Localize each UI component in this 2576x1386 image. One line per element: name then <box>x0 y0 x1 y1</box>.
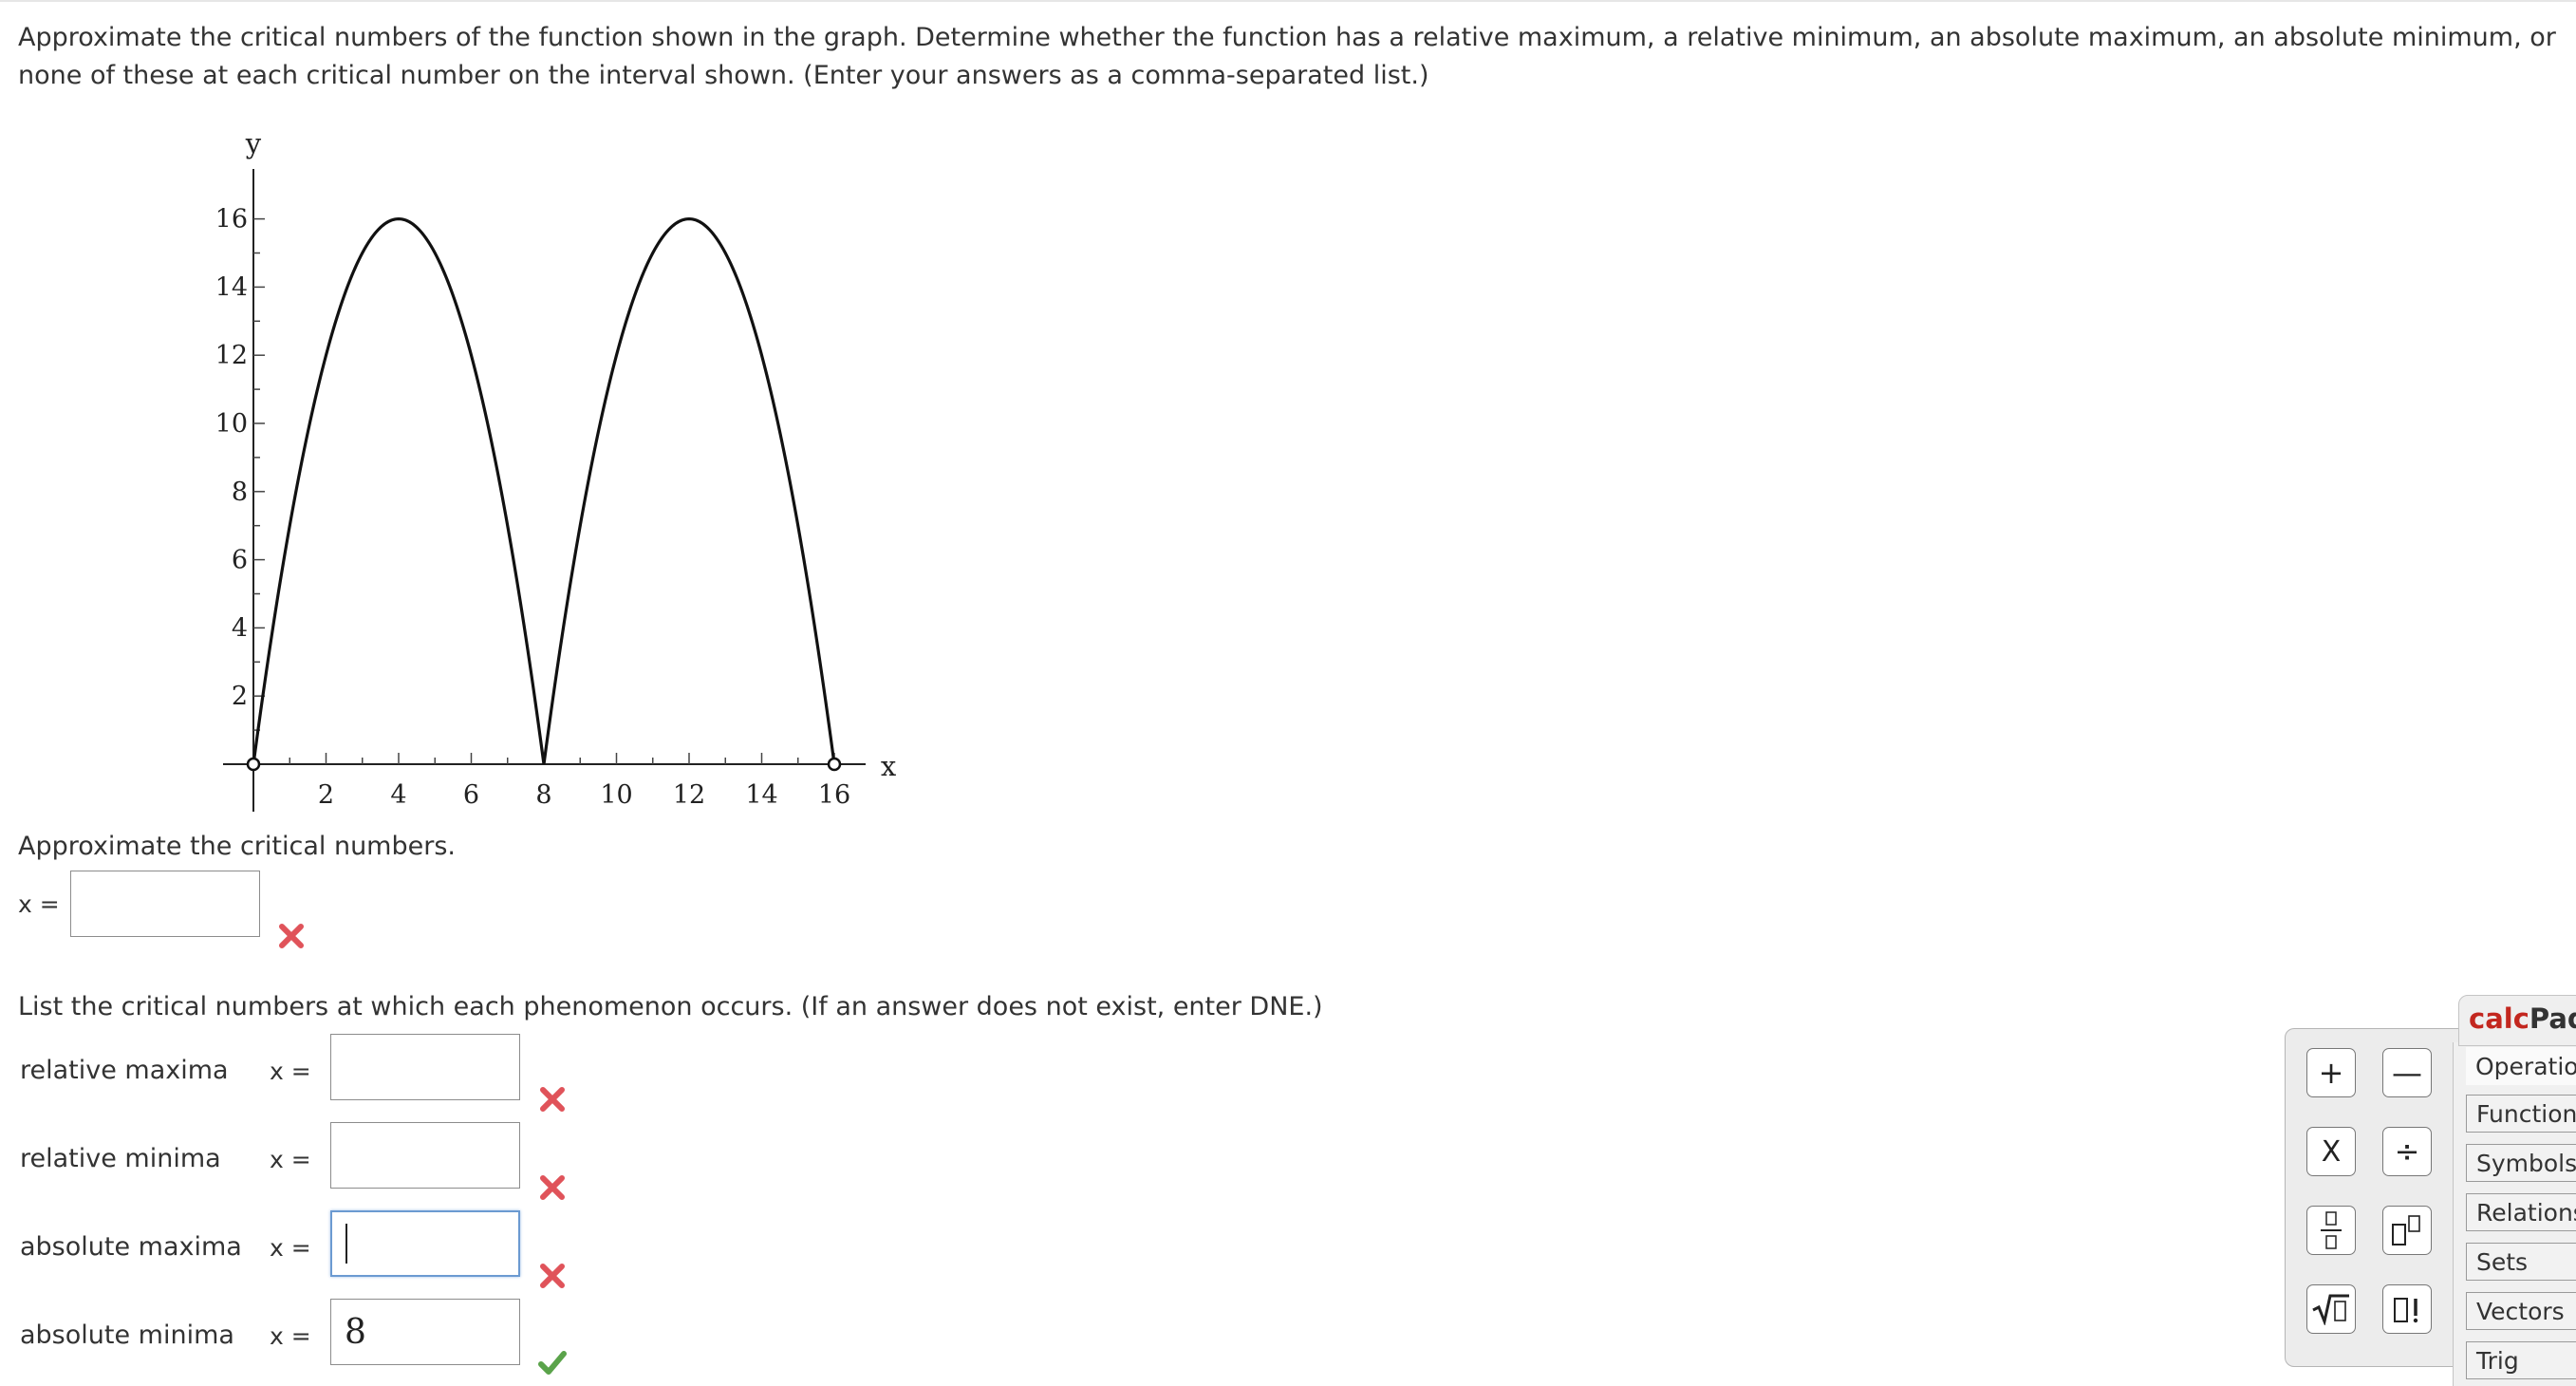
critical-numbers-input[interactable] <box>70 871 260 937</box>
absolute-minima-x-label: x = <box>270 1322 311 1350</box>
calcpad-button-panel: + — X ÷ <box>2285 1028 2476 1367</box>
y-axis-label: y <box>245 127 262 159</box>
calcpad-title: calcPad <box>2469 1002 2576 1035</box>
x-tick-label: 12 <box>673 780 705 810</box>
y-tick-label: 16 <box>215 205 248 234</box>
power-button[interactable] <box>2382 1206 2432 1255</box>
open-endpoint <box>827 757 842 772</box>
text-cursor <box>345 1224 347 1264</box>
correct-check-icon <box>538 1351 567 1375</box>
tab-vectors[interactable]: Vectors <box>2466 1292 2576 1330</box>
function-graph: 2 4 6 8 10 12 14 16 2 4 6 8 10 12 14 16 x y <box>215 127 896 812</box>
incorrect-x-icon <box>540 1087 565 1112</box>
x-axis-label: x <box>881 750 896 782</box>
absolute-maxima-x-label: x = <box>270 1234 311 1262</box>
incorrect-x-icon <box>279 924 304 948</box>
relative-maxima-input[interactable] <box>330 1034 520 1100</box>
open-endpoint <box>246 757 261 772</box>
x-tick-label: 10 <box>600 780 632 810</box>
y-tick-label: 4 <box>232 613 248 643</box>
phenomena-prompt: List the critical numbers at which each … <box>18 992 1323 1021</box>
function-curve <box>252 216 836 765</box>
relative-maxima-label: relative maxima <box>20 1056 229 1085</box>
y-tick-label: 6 <box>232 546 248 575</box>
y-tick-label: 12 <box>215 341 248 370</box>
x-tick-label: 2 <box>318 780 334 810</box>
plus-button[interactable]: + <box>2306 1048 2356 1097</box>
absolute-maxima-input[interactable] <box>330 1210 520 1277</box>
incorrect-x-icon <box>540 1175 565 1200</box>
x-tick-label: 14 <box>745 780 777 810</box>
sqrt-icon <box>2312 1294 2349 1325</box>
power-icon <box>2392 1215 2420 1246</box>
critical-prompt: Approximate the critical numbers. <box>18 832 456 861</box>
tab-sets[interactable]: Sets <box>2466 1243 2576 1281</box>
y-tick-label: 8 <box>232 478 248 507</box>
x-tick-label: 16 <box>818 780 850 810</box>
x-tick-label: 4 <box>390 780 406 810</box>
minus-button[interactable]: — <box>2382 1048 2432 1097</box>
sqrt-button[interactable] <box>2306 1284 2356 1334</box>
y-tick-label: 14 <box>215 272 248 302</box>
incorrect-x-icon <box>540 1264 565 1288</box>
x-tick-label: 6 <box>463 780 479 810</box>
y-tick-label: 10 <box>215 409 248 439</box>
divide-button[interactable]: ÷ <box>2382 1127 2432 1176</box>
tab-trig[interactable]: Trig <box>2466 1341 2576 1379</box>
fraction-icon <box>2321 1211 2342 1249</box>
relative-minima-label: relative minima <box>20 1144 221 1173</box>
tab-functions[interactable]: Functions <box>2466 1095 2576 1133</box>
tab-operations[interactable]: Operations <box>2466 1047 2576 1085</box>
relative-minima-x-label: x = <box>270 1146 311 1173</box>
critical-x-label: x = <box>18 890 60 918</box>
absolute-minima-label: absolute minima <box>20 1320 234 1350</box>
factorial-button[interactable] <box>2382 1284 2432 1334</box>
absolute-maxima-label: absolute maxima <box>20 1232 242 1262</box>
tab-symbols[interactable]: Symbols <box>2466 1144 2576 1182</box>
tab-relations[interactable]: Relations <box>2466 1193 2576 1231</box>
absolute-minima-input[interactable]: 8 <box>330 1299 520 1365</box>
factorial-icon <box>2394 1298 2418 1323</box>
y-tick-label: 2 <box>232 682 248 711</box>
relative-minima-input[interactable] <box>330 1122 520 1189</box>
fraction-button[interactable] <box>2306 1206 2356 1255</box>
times-button[interactable]: X <box>2306 1127 2356 1176</box>
x-tick-label: 8 <box>535 780 551 810</box>
relative-maxima-x-label: x = <box>270 1058 311 1085</box>
